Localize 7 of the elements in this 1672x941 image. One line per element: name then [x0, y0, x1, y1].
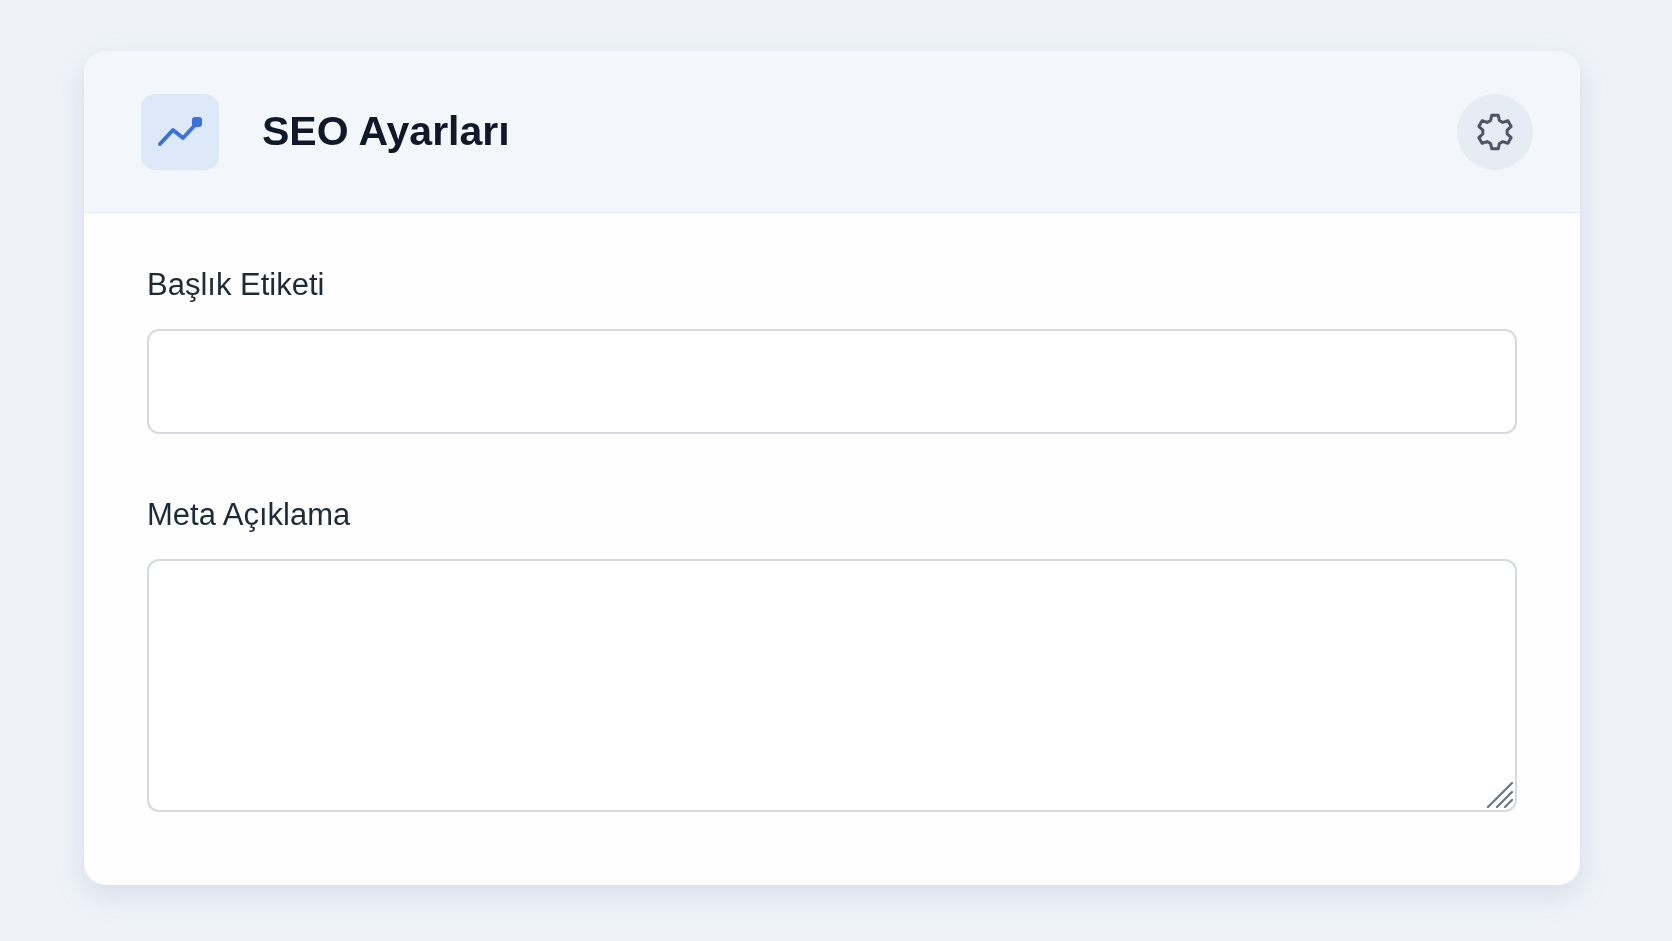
field-label: Başlık Etiketi — [147, 266, 326, 304]
settings-icon — [1476, 112, 1514, 151]
resize-handle-icon[interactable] — [1487, 782, 1513, 808]
input-field[interactable] — [147, 329, 1517, 434]
card-title: SEO Ayarları — [262, 111, 510, 152]
textarea-field[interactable] — [147, 559, 1517, 812]
field-label: Meta Açıklama — [147, 496, 352, 534]
